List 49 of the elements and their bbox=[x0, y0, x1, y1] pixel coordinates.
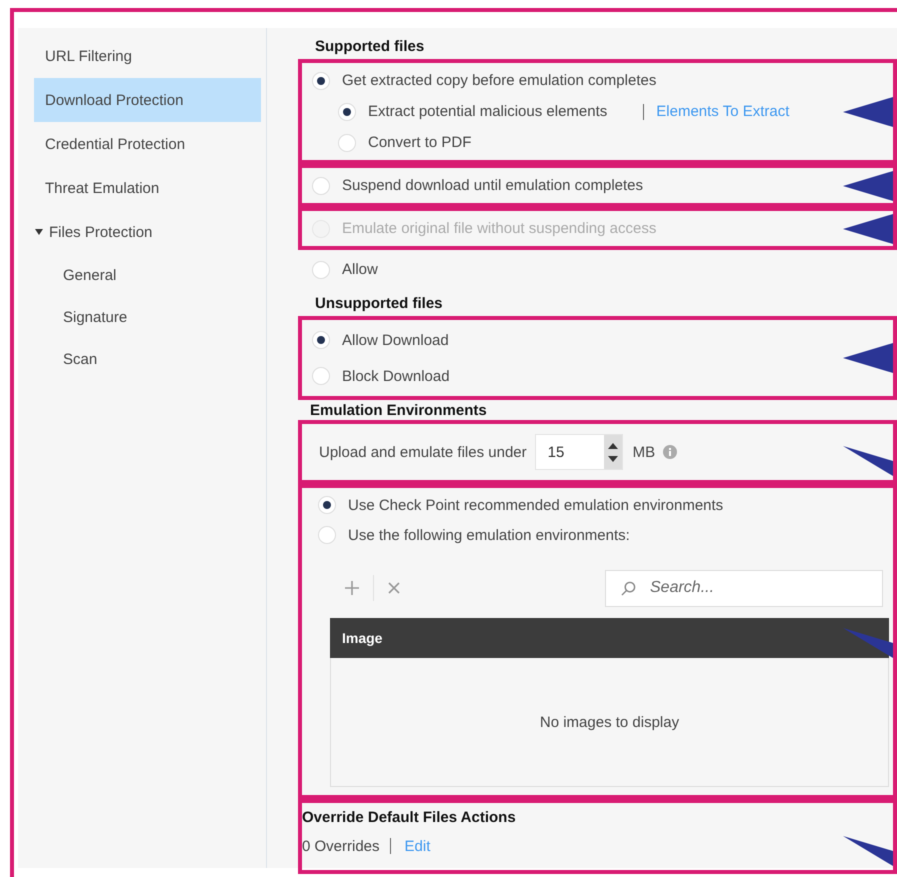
callout-arrow bbox=[843, 96, 893, 126]
info-icon[interactable] bbox=[663, 445, 678, 459]
option-label: Use the following emulation environments: bbox=[348, 526, 630, 544]
sidebar-item[interactable]: General bbox=[34, 254, 261, 296]
option-label: Block Download bbox=[342, 368, 450, 384]
radio-button[interactable] bbox=[312, 260, 330, 278]
option-label: Extract potential malicious elements bbox=[368, 103, 608, 120]
callout-arrow bbox=[843, 446, 893, 476]
callout-arrow bbox=[843, 343, 893, 373]
section-heading: Supported files bbox=[314, 37, 426, 57]
section-heading: Emulation Environments bbox=[309, 401, 488, 420]
callout-arrow bbox=[843, 836, 893, 866]
callout-arrow bbox=[843, 170, 893, 200]
option-label: Allow bbox=[342, 261, 378, 278]
option-label: Suspend download until emulation completes bbox=[342, 177, 644, 194]
radio-button[interactable] bbox=[312, 331, 330, 349]
number-spinner[interactable]: 15 bbox=[534, 434, 623, 470]
callout-arrow bbox=[843, 628, 893, 658]
sidebar-item[interactable]: Credential Protection bbox=[34, 122, 261, 166]
option-label: Allow Download bbox=[342, 332, 449, 348]
radio-button[interactable] bbox=[338, 134, 356, 152]
sidebar-item[interactable]: Signature bbox=[34, 296, 261, 338]
option-label: Get extracted copy before emulation completes bbox=[342, 72, 656, 89]
close-icon[interactable] bbox=[388, 582, 400, 594]
sidebar-item[interactable]: Download Protection bbox=[34, 78, 261, 122]
sidebar-item[interactable]: URL Filtering bbox=[34, 34, 261, 78]
option-label: Use Check Point recommended emulation environments bbox=[348, 496, 724, 514]
radio-button[interactable] bbox=[318, 496, 336, 514]
override-count: 0 Overrides bbox=[302, 838, 380, 854]
column-header[interactable]: Image bbox=[342, 630, 382, 646]
section-heading: Unsupported files bbox=[314, 294, 444, 314]
option-label: Emulate original file without suspending access bbox=[342, 220, 656, 237]
search-field[interactable]: Search... bbox=[605, 570, 883, 606]
section-heading: Override Default Files Actions bbox=[302, 809, 517, 826]
empty-message: No images to display bbox=[540, 714, 680, 730]
size-label: Upload and emulate files under bbox=[319, 444, 527, 460]
sidebar-item[interactable]: Threat Emulation bbox=[34, 166, 261, 210]
sidebar-item[interactable]: Files Protection bbox=[34, 210, 261, 254]
radio-button[interactable] bbox=[312, 72, 330, 90]
radio-button[interactable] bbox=[312, 176, 330, 194]
unit-label: MB bbox=[632, 444, 656, 460]
radio-button[interactable] bbox=[312, 367, 330, 385]
search-icon bbox=[621, 580, 636, 596]
add-icon[interactable] bbox=[345, 581, 359, 595]
sidebar-item[interactable]: Scan bbox=[34, 338, 261, 380]
option-label: Convert to PDF bbox=[368, 134, 472, 151]
radio-button[interactable] bbox=[318, 526, 336, 544]
radio-button[interactable] bbox=[338, 102, 356, 120]
callout-arrow bbox=[843, 214, 893, 244]
